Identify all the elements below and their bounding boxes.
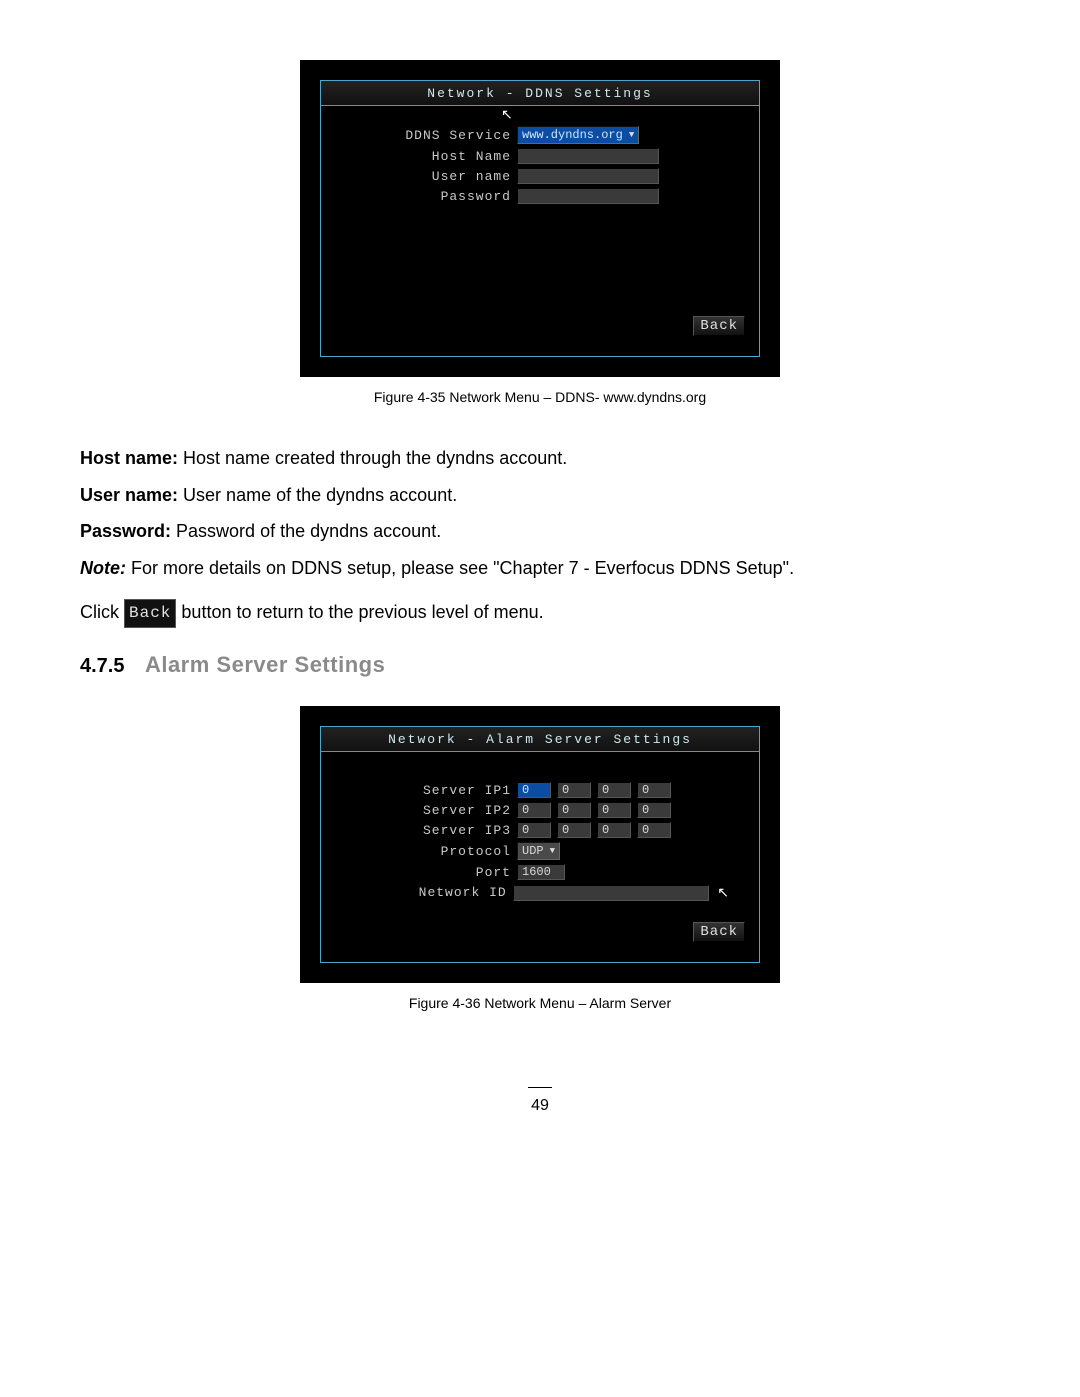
- page-number-bar: [528, 1087, 552, 1088]
- cursor-icon: ↖: [501, 106, 513, 123]
- osd-title: Network - DDNS Settings: [427, 86, 652, 101]
- text-click-post: button to return to the previous level o…: [181, 602, 543, 622]
- select-ddns-service[interactable]: www.dyndns.org ▼: [517, 126, 639, 144]
- text-click-pre: Click: [80, 602, 124, 622]
- select-protocol-value: UDP: [522, 844, 544, 858]
- osd-panel-ddns: Network - DDNS Settings ↖ DDNS Service w…: [300, 60, 780, 377]
- row-server-ip2: Server IP2 0 0 0 0: [351, 802, 729, 818]
- input-ip2-b[interactable]: 0: [557, 802, 591, 818]
- select-value: www.dyndns.org: [522, 128, 623, 142]
- figure-ddns: Network - DDNS Settings ↖ DDNS Service w…: [80, 60, 1000, 433]
- input-host-name[interactable]: [517, 148, 659, 164]
- osd-body: ↖ DDNS Service www.dyndns.org ▼ Host Nam…: [321, 106, 759, 346]
- osd-title-2: Network - Alarm Server Settings: [388, 732, 692, 747]
- row-protocol: Protocol UDP ▼: [351, 842, 729, 860]
- row-ddns-service: DDNS Service www.dyndns.org ▼: [351, 126, 729, 144]
- section-number: 4.7.5: [80, 655, 124, 677]
- para-note: Note: For more details on DDNS setup, pl…: [80, 553, 1000, 584]
- cursor-icon: ↖: [717, 884, 729, 901]
- label-port: Port: [351, 865, 511, 880]
- input-password[interactable]: [517, 188, 659, 204]
- back-button-2[interactable]: Back: [693, 922, 745, 942]
- bold-note: Note:: [80, 558, 126, 578]
- inline-back-button: Back: [124, 599, 176, 628]
- osd-title-bar-2: Network - Alarm Server Settings: [321, 727, 759, 752]
- chevron-down-icon: ▼: [629, 130, 634, 140]
- section-heading: 4.7.5 Alarm Server Settings: [80, 652, 1000, 678]
- input-ip3-c[interactable]: 0: [597, 822, 631, 838]
- text-user-name: User name of the dyndns account.: [178, 485, 457, 505]
- para-user-name: User name: User name of the dyndns accou…: [80, 480, 1000, 511]
- label-ddns-service: DDNS Service: [351, 128, 511, 143]
- bold-password: Password:: [80, 521, 171, 541]
- input-ip2-a[interactable]: 0: [517, 802, 551, 818]
- para-click-back: Click Back button to return to the previ…: [80, 597, 1000, 628]
- label-server-ip1: Server IP1: [351, 783, 511, 798]
- section-title: Alarm Server Settings: [145, 652, 385, 677]
- input-ip3-a[interactable]: 0: [517, 822, 551, 838]
- input-ip2-c[interactable]: 0: [597, 802, 631, 818]
- osd-title-bar: Network - DDNS Settings: [321, 81, 759, 106]
- row-server-ip3: Server IP3 0 0 0 0: [351, 822, 729, 838]
- osd-frame-2: Network - Alarm Server Settings Server I…: [320, 726, 760, 963]
- input-ip1-b[interactable]: 0: [557, 782, 591, 798]
- text-note: For more details on DDNS setup, please s…: [126, 558, 794, 578]
- row-user-name: User name: [351, 168, 729, 184]
- osd-frame: Network - DDNS Settings ↖ DDNS Service w…: [320, 80, 760, 357]
- back-button[interactable]: Back: [693, 316, 745, 336]
- para-password: Password: Password of the dyndns account…: [80, 516, 1000, 547]
- label-protocol: Protocol: [351, 844, 511, 859]
- input-ip3-d[interactable]: 0: [637, 822, 671, 838]
- row-password: Password: [351, 188, 729, 204]
- page-number: 49: [80, 1079, 1000, 1115]
- chevron-down-icon: ▼: [550, 846, 555, 856]
- label-network-id: Network ID: [351, 885, 507, 900]
- label-host-name: Host Name: [351, 149, 511, 164]
- page-number-value: 49: [531, 1097, 549, 1114]
- row-network-id: Network ID ↖: [351, 884, 729, 901]
- figure-caption-1: Figure 4-35 Network Menu – DDNS- www.dyn…: [374, 389, 706, 405]
- bold-user-name: User name:: [80, 485, 178, 505]
- osd-body-2: Server IP1 0 0 0 0 Server IP2 0 0 0 0 Se…: [321, 752, 759, 952]
- figure-caption-2: Figure 4-36 Network Menu – Alarm Server: [409, 995, 671, 1011]
- text-password: Password of the dyndns account.: [171, 521, 441, 541]
- osd-panel-alarm: Network - Alarm Server Settings Server I…: [300, 706, 780, 983]
- text-host-name: Host name created through the dyndns acc…: [178, 448, 567, 468]
- label-password: Password: [351, 189, 511, 204]
- input-port[interactable]: 1600: [517, 864, 565, 880]
- figure-alarm-server: Network - Alarm Server Settings Server I…: [80, 706, 1000, 1039]
- input-network-id[interactable]: [513, 885, 710, 901]
- row-port: Port 1600: [351, 864, 729, 880]
- input-ip1-a[interactable]: 0: [517, 782, 551, 798]
- label-server-ip2: Server IP2: [351, 803, 511, 818]
- input-ip1-c[interactable]: 0: [597, 782, 631, 798]
- input-user-name[interactable]: [517, 168, 659, 184]
- row-host-name: Host Name: [351, 148, 729, 164]
- input-ip3-b[interactable]: 0: [557, 822, 591, 838]
- select-protocol[interactable]: UDP ▼: [517, 842, 560, 860]
- input-ip2-d[interactable]: 0: [637, 802, 671, 818]
- row-server-ip1: Server IP1 0 0 0 0: [351, 782, 729, 798]
- bold-host-name: Host name:: [80, 448, 178, 468]
- input-ip1-d[interactable]: 0: [637, 782, 671, 798]
- label-user-name: User name: [351, 169, 511, 184]
- para-host-name: Host name: Host name created through the…: [80, 443, 1000, 474]
- label-server-ip3: Server IP3: [351, 823, 511, 838]
